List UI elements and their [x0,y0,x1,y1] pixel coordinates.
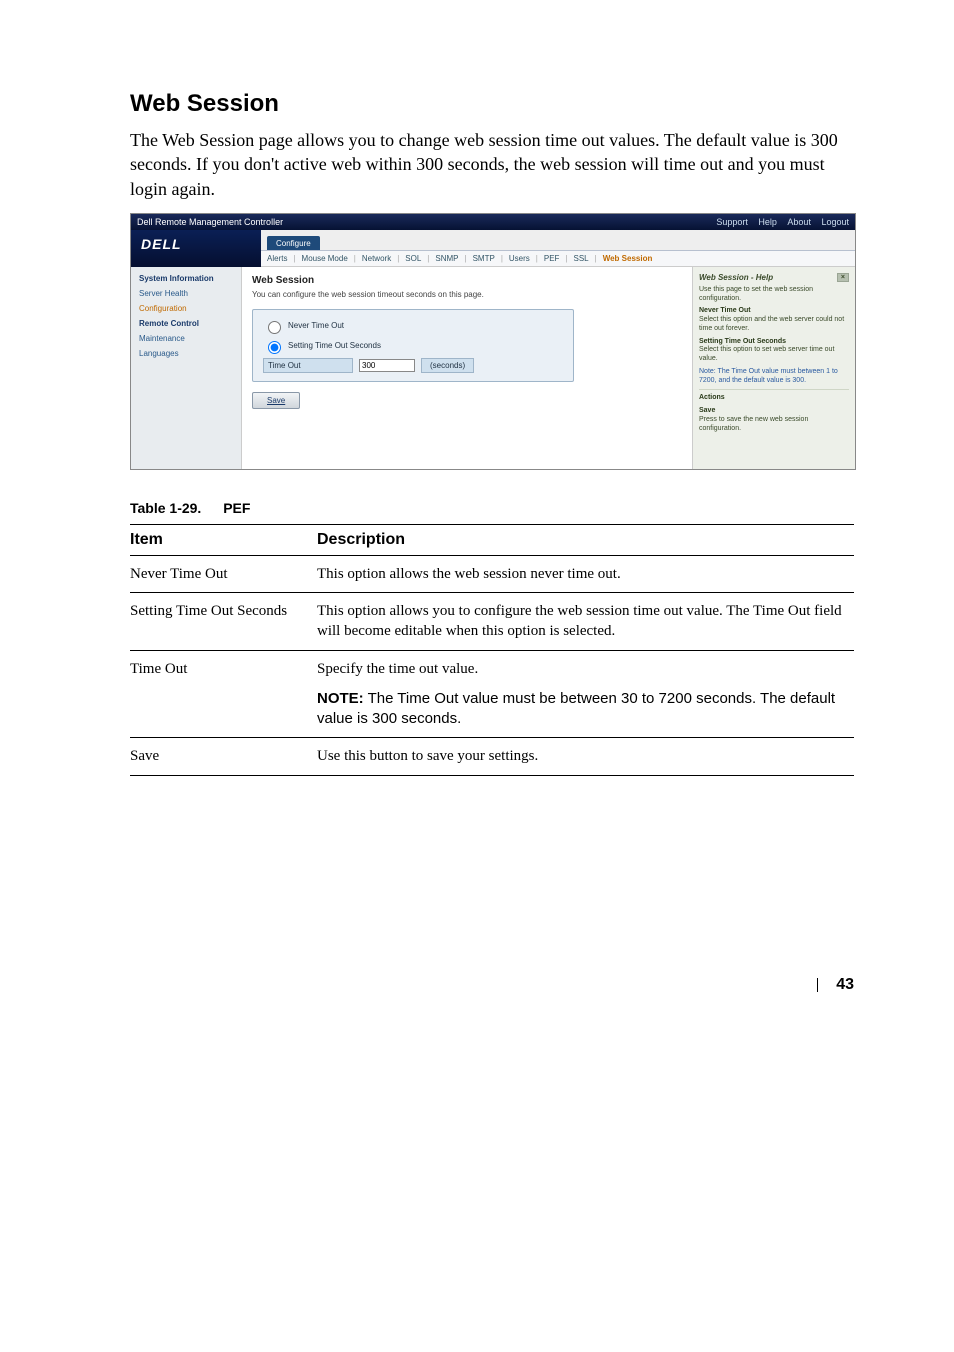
nav-maintenance[interactable]: Maintenance [131,331,241,346]
link-support[interactable]: Support [716,217,748,227]
subtab-network[interactable]: Network [362,254,391,263]
timeout-label: Time Out [263,358,353,373]
help-setting-heading: Setting Time Out Seconds [699,338,849,347]
link-about[interactable]: About [787,217,811,227]
cell-item: Time Out [130,650,317,681]
radio-never-label: Never Time Out [288,321,344,330]
timeout-input[interactable] [359,359,415,372]
help-title: Web Session - Help [699,273,773,282]
th-description: Description [317,524,854,555]
cell-desc: This option allows the web session never… [317,555,854,592]
embedded-screenshot: Dell Remote Management Controller Suppor… [130,213,856,470]
cell-desc: This option allows you to configure the … [317,593,854,651]
radio-never-input[interactable] [268,321,281,334]
definitions-table: Item Description Never Time Out This opt… [130,524,854,776]
window-title: Dell Remote Management Controller [137,217,283,227]
cell-item: Setting Time Out Seconds [130,593,317,651]
cell-item: Save [130,738,317,775]
cell-item: Never Time Out [130,555,317,592]
table-row: NOTE: The Time Out value must be between… [130,681,854,738]
tab-configure[interactable]: Configure [267,236,320,250]
page-footer: 43 [130,976,854,994]
table-row: Setting Time Out Seconds This option all… [130,593,854,651]
window-titlebar: Dell Remote Management Controller Suppor… [131,214,855,230]
table-caption-number: Table 1-29. [130,500,201,516]
subtab-smtp[interactable]: SMTP [473,254,495,263]
nav-configuration[interactable]: Configuration [131,301,241,316]
timeout-row: Time Out (seconds) [263,358,563,373]
screenshot-body: System Information Server Health Configu… [131,267,855,469]
table-row: Never Time Out This option allows the we… [130,555,854,592]
panel-heading: Web Session [252,275,682,286]
subtab-ssl[interactable]: SSL [574,254,589,263]
help-note: Note: The Time Out value must between 1 … [699,368,849,386]
table-caption: Table 1-29. PEF [130,500,854,516]
table-header-row: Item Description [130,524,854,555]
table-row: Time Out Specify the time out value. [130,650,854,681]
left-nav: System Information Server Health Configu… [131,267,242,469]
link-logout[interactable]: Logout [821,217,849,227]
save-button[interactable]: Save [252,392,300,409]
radio-setting-time-out[interactable]: Setting Time Out Seconds [263,338,563,354]
nav-server-health[interactable]: Server Health [131,286,241,301]
tabs-area: Configure Alerts| Mouse Mode| Network| S… [261,230,855,267]
subtab-pef[interactable]: PEF [544,254,560,263]
help-save-heading: Save [699,407,849,416]
top-strip: DELL Configure Alerts| Mouse Mode| Netwo… [131,230,855,267]
help-intro: Use this page to set the web session con… [699,286,849,304]
note-text: The Time Out value must be between 30 to… [317,690,835,727]
link-help[interactable]: Help [758,217,777,227]
subtab-users[interactable]: Users [509,254,530,263]
center-panel: Web Session You can configure the web se… [242,267,692,469]
subtab-snmp[interactable]: SNMP [435,254,458,263]
help-actions: Actions [699,394,849,403]
page-number: 43 [836,976,854,994]
help-divider [699,389,849,390]
section-title: Web Session [130,90,854,118]
nav-languages[interactable]: Languages [131,346,241,361]
help-never: Never Time Out Select this option and th… [699,307,849,333]
cell-desc: NOTE: The Time Out value must be between… [317,681,854,738]
footer-divider [817,978,818,992]
help-setting: Setting Time Out Seconds Select this opt… [699,338,849,364]
help-title-row: Web Session - Help × [699,273,849,282]
subtab-web-session[interactable]: Web Session [603,254,653,263]
help-save: Save Press to save the new web session c… [699,407,849,433]
cell-item [130,681,317,738]
sub-tabs: Alerts| Mouse Mode| Network| SOL| SNMP| … [261,250,855,267]
th-item: Item [130,524,317,555]
subtab-sol[interactable]: SOL [405,254,421,263]
nav-remote-control[interactable]: Remote Control [131,316,241,331]
timeout-form: Never Time Out Setting Time Out Seconds … [252,309,574,382]
help-panel: Web Session - Help × Use this page to se… [692,267,855,469]
help-setting-body: Select this option to set web server tim… [699,346,834,362]
help-never-heading: Never Time Out [699,307,849,316]
note-label: NOTE: [317,690,364,707]
panel-desc: You can configure the web session timeou… [252,290,682,299]
help-save-body: Press to save the new web session config… [699,416,808,432]
subtab-mouse-mode[interactable]: Mouse Mode [302,254,348,263]
timeout-unit: (seconds) [421,358,474,373]
close-icon[interactable]: × [837,273,849,282]
titlebar-links: Support Help About Logout [708,217,849,227]
help-never-body: Select this option and the web server co… [699,316,844,332]
radio-setting-input[interactable] [268,341,281,354]
dell-logo: DELL [131,230,261,267]
cell-desc: Use this button to save your settings. [317,738,854,775]
help-actions-heading: Actions [699,394,849,403]
primary-tabs: Configure [261,230,855,250]
cell-desc: Specify the time out value. [317,650,854,681]
subtab-alerts[interactable]: Alerts [267,254,287,263]
table-row: Save Use this button to save your settin… [130,738,854,775]
radio-setting-label: Setting Time Out Seconds [288,341,381,350]
table-caption-title: PEF [223,500,250,516]
radio-never-time-out[interactable]: Never Time Out [263,318,563,334]
document-page: Web Session The Web Session page allows … [0,0,954,1054]
nav-system-information[interactable]: System Information [131,271,241,286]
section-lead: The Web Session page allows you to chang… [130,128,854,201]
